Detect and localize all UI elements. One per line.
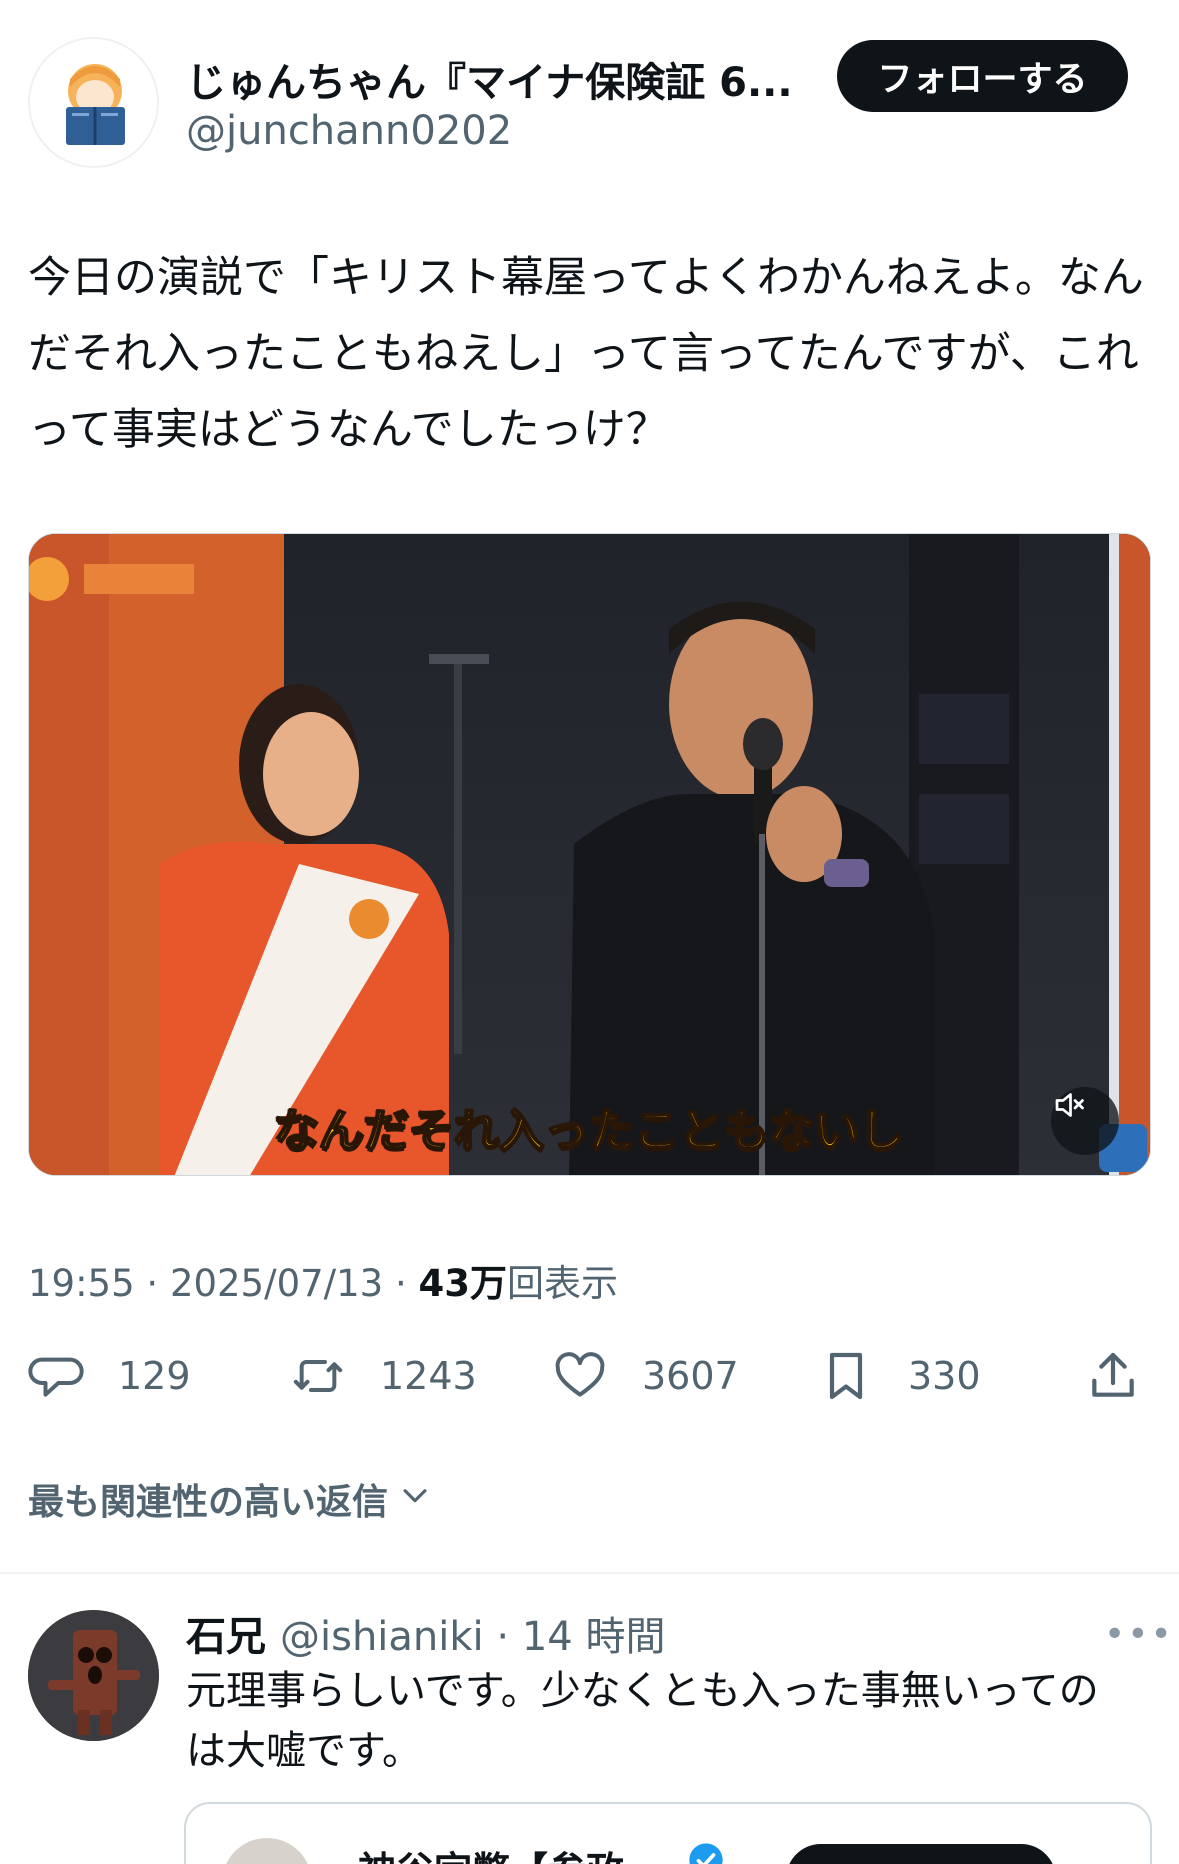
heart-icon [552,1348,608,1404]
bookmark-count: 330 [908,1354,981,1398]
share-upload-icon [1085,1348,1141,1404]
tweet-actions: 129 1243 3607 330 [0,1340,1179,1412]
quoted-author-avatar [222,1838,312,1864]
tweet-time[interactable]: 19:55 [28,1262,135,1305]
tweet-video[interactable]: なんだそれ入ったこともないし [28,533,1151,1176]
follow-button[interactable]: フォローする [837,40,1128,112]
video-frame-image [29,534,1150,1175]
author-display-name[interactable]: じゅんちゃん『マイナ保険証 6... [186,50,793,108]
reply-sort-dropdown[interactable]: 最も関連性の高い返信 [28,1473,432,1525]
meta-separator: · [394,1262,419,1305]
share-action[interactable] [1085,1340,1141,1412]
view-count: 43万 [418,1262,508,1305]
like-count: 3607 [642,1354,739,1398]
reply-text: 元理事らしいです。少なくとも入った事無いってのは大嘘です。 [186,1668,1099,1774]
reply-bubble-icon [28,1348,84,1404]
quoted-follow-button[interactable] [786,1844,1056,1864]
reply-avatar[interactable] [28,1610,159,1741]
reply-separator: · [483,1614,522,1660]
reply-author-handle[interactable]: @ishianiki [280,1614,484,1660]
mute-button[interactable] [1051,1087,1119,1155]
more-options-icon[interactable]: ••• [1104,1614,1174,1655]
like-action[interactable]: 3607 [552,1340,739,1412]
repost-action[interactable]: 1243 [290,1340,477,1412]
reply-sort-label: 最も関連性の高い返信 [28,1482,389,1523]
reply-header: 石兄 @ishianiki · 14 時間 [186,1604,665,1662]
verified-badge-icon [689,1843,723,1864]
speaker-muted-icon [1055,1093,1084,1117]
reply-count: 129 [118,1354,191,1398]
wooden-figure-avatar-icon [28,1610,159,1741]
repost-arrows-icon [290,1348,346,1404]
quoted-author-name: 神谷宗幣【参政 [358,1840,624,1864]
tweet-text: 今日の演説で「キリスト幕屋ってよくわかんねえよ。なんだそれ入ったこともねえし」っ… [28,253,1144,455]
reply-item[interactable]: 石兄 @ishianiki · 14 時間 ••• 元理事らしいです。少なくとも入… [0,1574,1179,1864]
chevron-down-icon [398,1478,432,1521]
reading-girl-avatar-icon [66,64,125,145]
view-count-label: 回表示 [507,1262,618,1305]
repost-count: 1243 [380,1354,477,1398]
bookmark-action[interactable]: 330 [818,1340,981,1412]
meta-separator: · [146,1262,170,1305]
bookmark-icon [818,1348,874,1404]
tweet-meta: 19:55 · 2025/07/13 · 43万回表示 [28,1253,618,1307]
author-handle[interactable]: @junchann0202 [186,108,512,154]
quoted-tweet-card[interactable]: 神谷宗幣【参政 [184,1802,1152,1864]
reply-action[interactable]: 129 [28,1340,191,1412]
reply-author-name[interactable]: 石兄 [186,1614,266,1660]
video-subtitle: なんだそれ入ったこともないし [273,1103,905,1158]
tweet-header: じゅんちゃん『マイナ保険証 6... @junchann0202 フォローする [0,0,1179,190]
reply-time[interactable]: 14 時間 [522,1614,666,1660]
author-avatar[interactable] [28,37,159,168]
tweet-date[interactable]: 2025/07/13 [170,1262,383,1305]
